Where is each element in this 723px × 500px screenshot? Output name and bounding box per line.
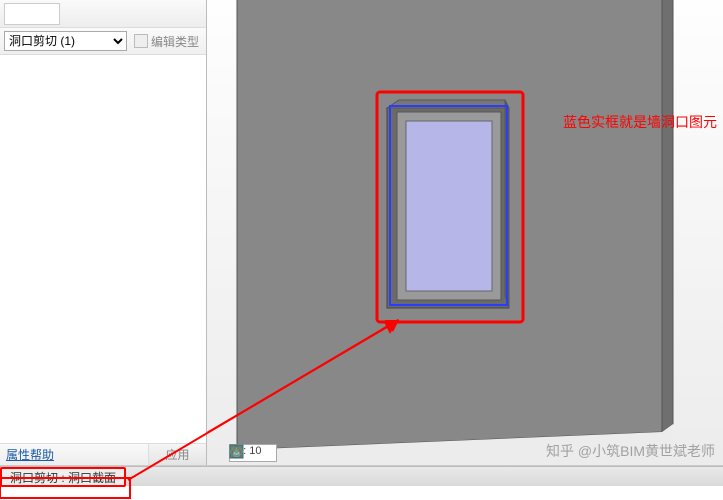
type-selector-dropdown[interactable]: 洞口剪切 (1) <box>4 31 127 51</box>
crop-view-icon[interactable] <box>386 445 403 462</box>
lock-view-icon[interactable] <box>428 445 445 462</box>
type-preview-thumbnail <box>4 3 60 25</box>
visual-style-icon[interactable] <box>302 445 319 462</box>
shadows-icon[interactable] <box>344 445 361 462</box>
apply-button[interactable]: 应用 <box>148 444 206 465</box>
properties-panel: 洞口剪切 (1) 编辑类型 属性帮助 应用 <box>0 0 207 465</box>
sun-path-icon[interactable] <box>323 445 340 462</box>
wall-side <box>662 0 673 432</box>
rendering-icon[interactable] <box>365 445 382 462</box>
window-glass <box>406 121 492 291</box>
watermark-text: 知乎 @小筑BIM黄世斌老师 <box>546 441 715 461</box>
properties-help-link[interactable]: 属性帮助 <box>0 446 148 463</box>
temp-hide-icon[interactable] <box>449 445 466 462</box>
type-selector-row: 洞口剪切 (1) 编辑类型 <box>0 28 206 55</box>
viewport-3d[interactable]: 蓝色实框就是墙洞口图元 1 : 10 <box>207 0 723 465</box>
edit-type-label: 编辑类型 <box>151 33 199 50</box>
properties-preview-row <box>0 0 206 28</box>
view-control-bar: 1 : 10 <box>229 444 487 462</box>
edit-type-icon <box>134 34 148 48</box>
model-canvas <box>207 0 723 465</box>
detail-level-icon[interactable] <box>281 445 298 462</box>
properties-footer: 属性帮助 应用 <box>0 443 206 465</box>
main-area: 洞口剪切 (1) 编辑类型 属性帮助 应用 <box>0 0 723 466</box>
annotation-text: 蓝色实框就是墙洞口图元 <box>563 112 717 132</box>
crop-visible-icon[interactable] <box>407 445 424 462</box>
edit-type-button[interactable]: 编辑类型 <box>131 33 202 50</box>
status-selection-info: 洞口剪切 : 洞口截面 <box>1 468 125 486</box>
reveal-hidden-icon[interactable] <box>470 445 487 462</box>
status-bar: 洞口剪切 : 洞口截面 <box>0 466 723 486</box>
properties-body <box>0 55 206 443</box>
